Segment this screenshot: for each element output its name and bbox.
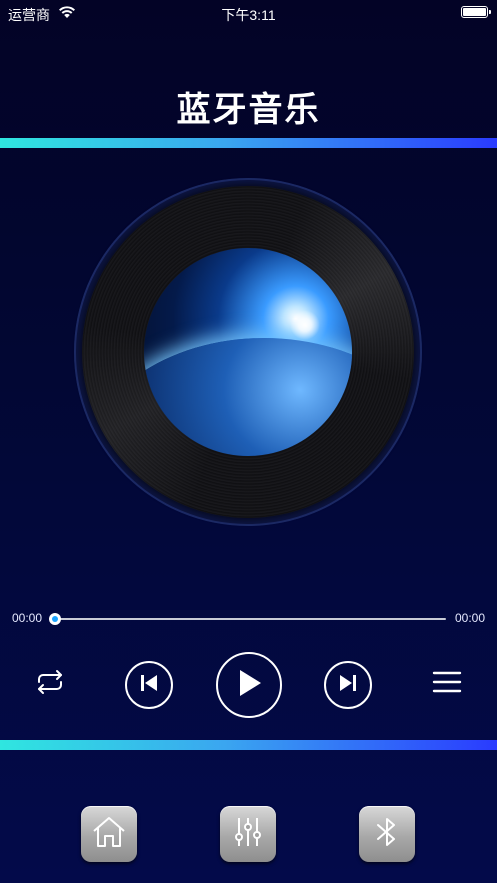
equalizer-icon xyxy=(231,815,265,854)
album-art xyxy=(144,248,352,456)
home-icon xyxy=(91,815,127,854)
earth-image xyxy=(144,338,352,456)
next-button[interactable] xyxy=(324,661,372,709)
progress-track[interactable] xyxy=(54,618,446,620)
clock: 下午3:11 xyxy=(221,7,276,23)
progress-bar[interactable]: 00:00 00:00 xyxy=(0,608,497,630)
previous-icon xyxy=(138,672,160,699)
play-icon xyxy=(235,668,263,703)
accent-divider-top xyxy=(0,138,497,148)
bluetooth-icon xyxy=(372,815,402,854)
previous-button[interactable] xyxy=(125,661,173,709)
sun-flare xyxy=(290,310,320,340)
total-time: 00:00 xyxy=(454,611,485,625)
repeat-icon xyxy=(33,669,67,700)
progress-knob[interactable] xyxy=(49,613,61,625)
status-bar: 运营商 下午3:11 xyxy=(0,0,497,26)
bluetooth-button[interactable] xyxy=(359,806,415,862)
play-button[interactable] xyxy=(216,652,282,718)
playlist-button[interactable] xyxy=(428,666,466,702)
repeat-button[interactable] xyxy=(30,666,70,702)
bottom-dock xyxy=(0,806,497,866)
accent-divider-bottom xyxy=(0,740,497,750)
playlist-icon xyxy=(432,670,462,699)
page-title: 蓝牙音乐 xyxy=(176,91,321,129)
home-button[interactable] xyxy=(81,806,137,862)
playback-controls xyxy=(0,652,497,718)
equalizer-button[interactable] xyxy=(220,806,276,862)
next-icon xyxy=(337,672,359,699)
current-time: 00:00 xyxy=(12,611,43,625)
battery-icon xyxy=(461,6,491,18)
album-disc xyxy=(74,178,422,526)
